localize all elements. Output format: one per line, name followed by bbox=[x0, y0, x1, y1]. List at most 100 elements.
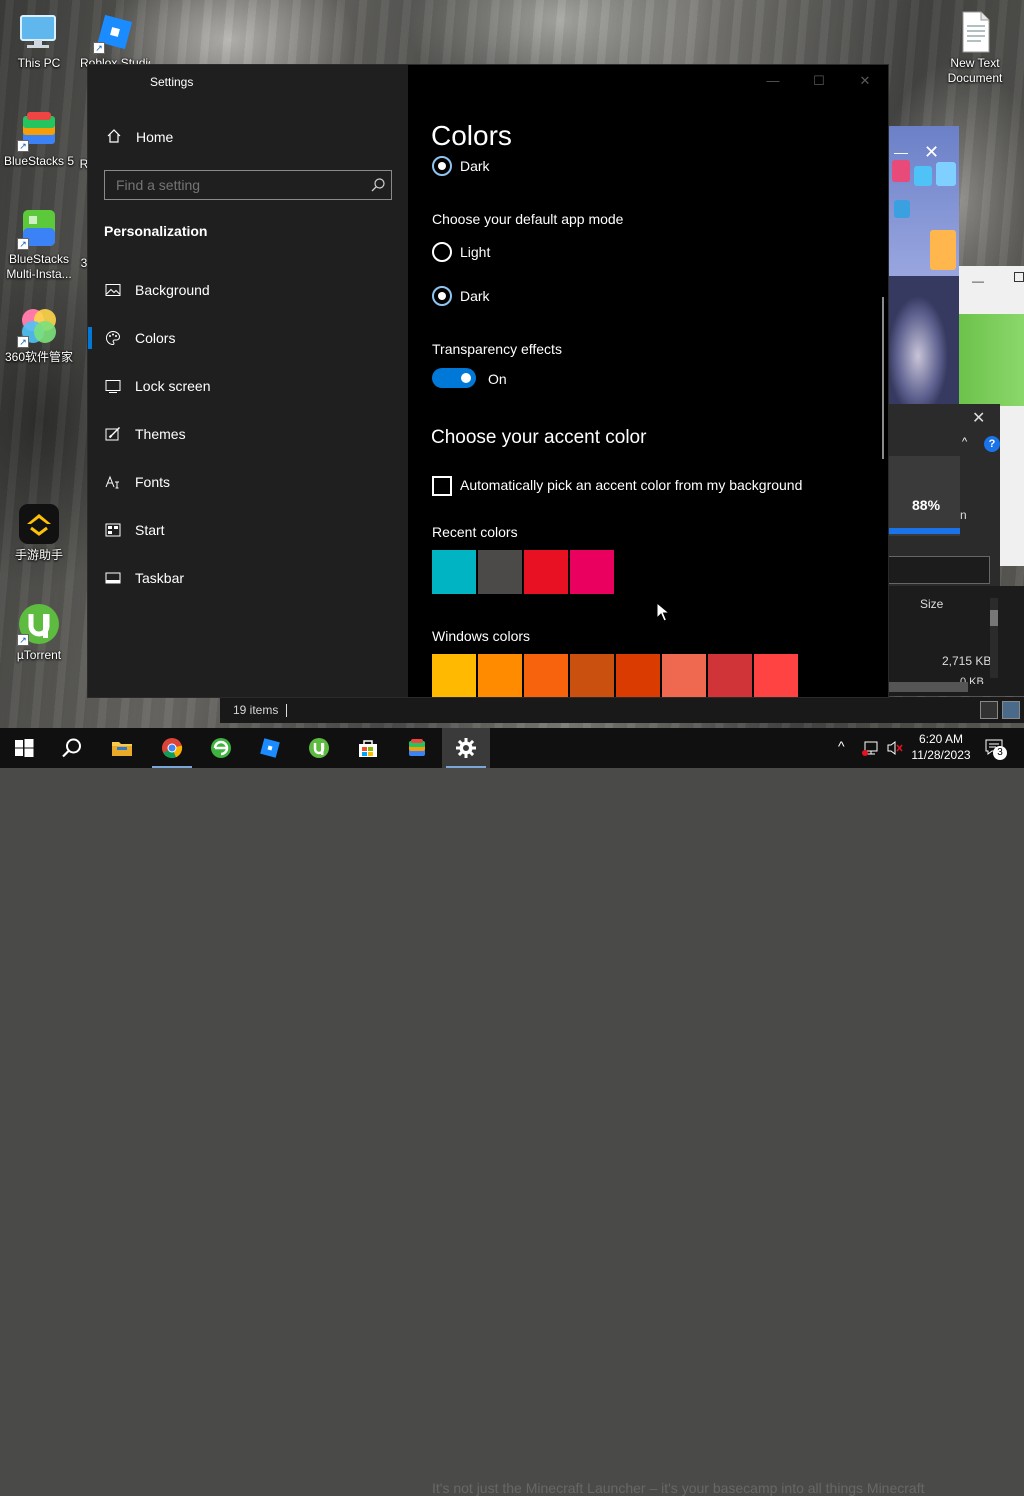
taskbar: It's not just the Minecraft Launcher – i… bbox=[0, 728, 1024, 1496]
app-mode-dark-radio[interactable] bbox=[432, 286, 452, 306]
recent-colors-heading: Recent colors bbox=[432, 524, 518, 540]
windows-mode-dark-radio[interactable] bbox=[432, 156, 452, 176]
progress-bar bbox=[888, 528, 960, 534]
desktop-icon-label: BlueStacks 5 bbox=[3, 154, 75, 168]
background-search-box[interactable] bbox=[888, 556, 990, 584]
bluestacks-button[interactable] bbox=[393, 728, 441, 768]
shortcut-arrow-icon: ↗ bbox=[93, 42, 105, 54]
windows-color-swatch[interactable] bbox=[708, 654, 752, 697]
desktop-icon-360-manager[interactable]: ↗ 360软件管家 bbox=[0, 304, 78, 365]
truncated-text: n bbox=[960, 508, 967, 522]
bluestacks-icon: ↗ bbox=[17, 108, 61, 152]
settings-sidebar: Settings Home Personalization Background… bbox=[88, 65, 408, 697]
app-mode-dark-label[interactable]: Dark bbox=[460, 288, 490, 304]
progress-percent: 88% bbox=[912, 497, 941, 513]
search-button[interactable] bbox=[48, 728, 96, 768]
tray-overflow-chevron-icon[interactable]: ^ bbox=[838, 738, 845, 778]
auto-accent-label[interactable]: Automatically pick an accent color from … bbox=[460, 477, 802, 493]
windows-color-swatch[interactable] bbox=[662, 654, 706, 697]
app-tile bbox=[914, 166, 932, 186]
network-icon[interactable] bbox=[862, 740, 880, 756]
close-icon[interactable]: ✕ bbox=[924, 142, 939, 163]
scrollbar[interactable] bbox=[990, 598, 998, 678]
windows-mode-dark-label[interactable]: Dark bbox=[460, 158, 490, 174]
recent-color-swatch[interactable] bbox=[478, 550, 522, 594]
windows-color-swatch[interactable] bbox=[432, 654, 476, 697]
page-title: Colors bbox=[431, 120, 512, 151]
store-icon bbox=[359, 740, 377, 757]
nav-item-label: Colors bbox=[135, 330, 176, 346]
desktop-icon-bluestacks-multi[interactable]: ↗ BlueStacks Multi-Insta... bbox=[0, 206, 78, 282]
desktop-icon-label: BlueStacks Multi-Insta... bbox=[6, 252, 72, 281]
windows-color-swatch[interactable] bbox=[478, 654, 522, 697]
nav-item-label: Lock screen bbox=[135, 378, 211, 394]
tiles-view-icon[interactable] bbox=[1002, 701, 1020, 719]
desktop-icon-this-pc[interactable]: This PC bbox=[0, 10, 78, 71]
nav-item-lock-screen[interactable]: Lock screen bbox=[88, 366, 408, 406]
gear-icon bbox=[456, 738, 476, 758]
windows-color-swatch[interactable] bbox=[524, 654, 568, 697]
app-mode-light-radio[interactable] bbox=[432, 242, 452, 262]
360-browser-button[interactable] bbox=[197, 728, 245, 768]
recent-color-swatch[interactable] bbox=[570, 550, 614, 594]
scrollbar-thumb[interactable] bbox=[990, 610, 998, 626]
minimize-icon[interactable]: — bbox=[972, 274, 984, 288]
volume-muted-icon[interactable] bbox=[886, 740, 904, 756]
desktop-icon-label: µTorrent bbox=[16, 648, 62, 662]
desktop-icon-roblox-studio[interactable]: ↗ Roblox Studio bbox=[80, 10, 150, 71]
roblox-button[interactable] bbox=[246, 728, 294, 768]
nav-item-taskbar[interactable]: Taskbar bbox=[88, 558, 408, 598]
desktop-icon-utorrent[interactable]: ↗ µTorrent bbox=[0, 602, 78, 663]
details-view-icon[interactable] bbox=[980, 701, 998, 719]
search-input[interactable] bbox=[104, 170, 392, 200]
accent-color-heading: Choose your accent color bbox=[431, 427, 647, 448]
size-column-header[interactable]: Size bbox=[920, 597, 943, 611]
nav-home[interactable]: Home bbox=[88, 123, 408, 153]
close-icon[interactable]: ✕ bbox=[972, 408, 985, 428]
start-button[interactable] bbox=[0, 728, 48, 768]
background-window-file-list[interactable] bbox=[888, 586, 1024, 696]
desktop-icon-label: 3 bbox=[80, 256, 88, 270]
utorrent-button[interactable] bbox=[295, 728, 343, 768]
windows-color-swatch[interactable] bbox=[754, 654, 798, 697]
nav-item-colors[interactable]: Colors bbox=[88, 318, 408, 358]
nav-item-fonts[interactable]: Fonts bbox=[88, 462, 408, 502]
desktop-icon-mobile-game-assistant[interactable]: 手游助手 bbox=[0, 502, 78, 563]
recent-color-swatch[interactable] bbox=[432, 550, 476, 594]
app-mode-light-label[interactable]: Light bbox=[460, 244, 490, 260]
app-tile bbox=[894, 200, 910, 218]
nav-item-background[interactable]: Background bbox=[88, 270, 408, 310]
settings-window[interactable]: —☐✕ Settings Home Personalization Backgr… bbox=[88, 65, 888, 697]
minimize-icon[interactable]: — bbox=[894, 144, 908, 160]
system-clock[interactable]: 6:20 AM 11/28/2023 bbox=[908, 731, 974, 763]
nav-item-label: Taskbar bbox=[135, 570, 185, 586]
file-explorer-button[interactable] bbox=[98, 728, 146, 768]
chevron-up-icon[interactable]: ^ bbox=[962, 436, 967, 448]
bluestacks-multi-icon: ↗ bbox=[17, 206, 61, 250]
chrome-button[interactable] bbox=[148, 728, 196, 768]
text-caret bbox=[286, 704, 288, 718]
transparency-toggle[interactable] bbox=[432, 368, 476, 388]
windows-color-swatch[interactable] bbox=[616, 654, 660, 697]
app-tile bbox=[892, 160, 910, 182]
clock-time: 6:20 AM bbox=[918, 732, 964, 746]
shortcut-arrow-icon: ↗ bbox=[17, 336, 29, 348]
horizontal-scrollbar[interactable] bbox=[888, 682, 968, 692]
maximize-icon[interactable] bbox=[1014, 272, 1024, 282]
nav-item-label: Themes bbox=[135, 426, 186, 442]
app-tile bbox=[930, 230, 956, 270]
settings-button[interactable] bbox=[442, 728, 490, 768]
recent-color-swatch[interactable] bbox=[524, 550, 568, 594]
store-button[interactable] bbox=[344, 728, 392, 768]
desktop-icon-bluestacks[interactable]: ↗ BlueStacks 5 bbox=[0, 108, 78, 169]
desktop-icon-new-text-document[interactable]: New Text Document bbox=[936, 10, 1014, 86]
search-icon[interactable] bbox=[370, 177, 386, 193]
nav-item-start[interactable]: Start bbox=[88, 510, 408, 550]
mobile-game-assistant-icon bbox=[17, 502, 61, 546]
windows-color-swatch[interactable] bbox=[570, 654, 614, 697]
nav-item-themes[interactable]: Themes bbox=[88, 414, 408, 454]
auto-accent-checkbox[interactable] bbox=[432, 476, 452, 496]
content-scrollbar[interactable] bbox=[882, 297, 884, 459]
help-icon[interactable]: ? bbox=[984, 436, 1000, 452]
explorer-status-bar: 19 items bbox=[220, 697, 1024, 723]
